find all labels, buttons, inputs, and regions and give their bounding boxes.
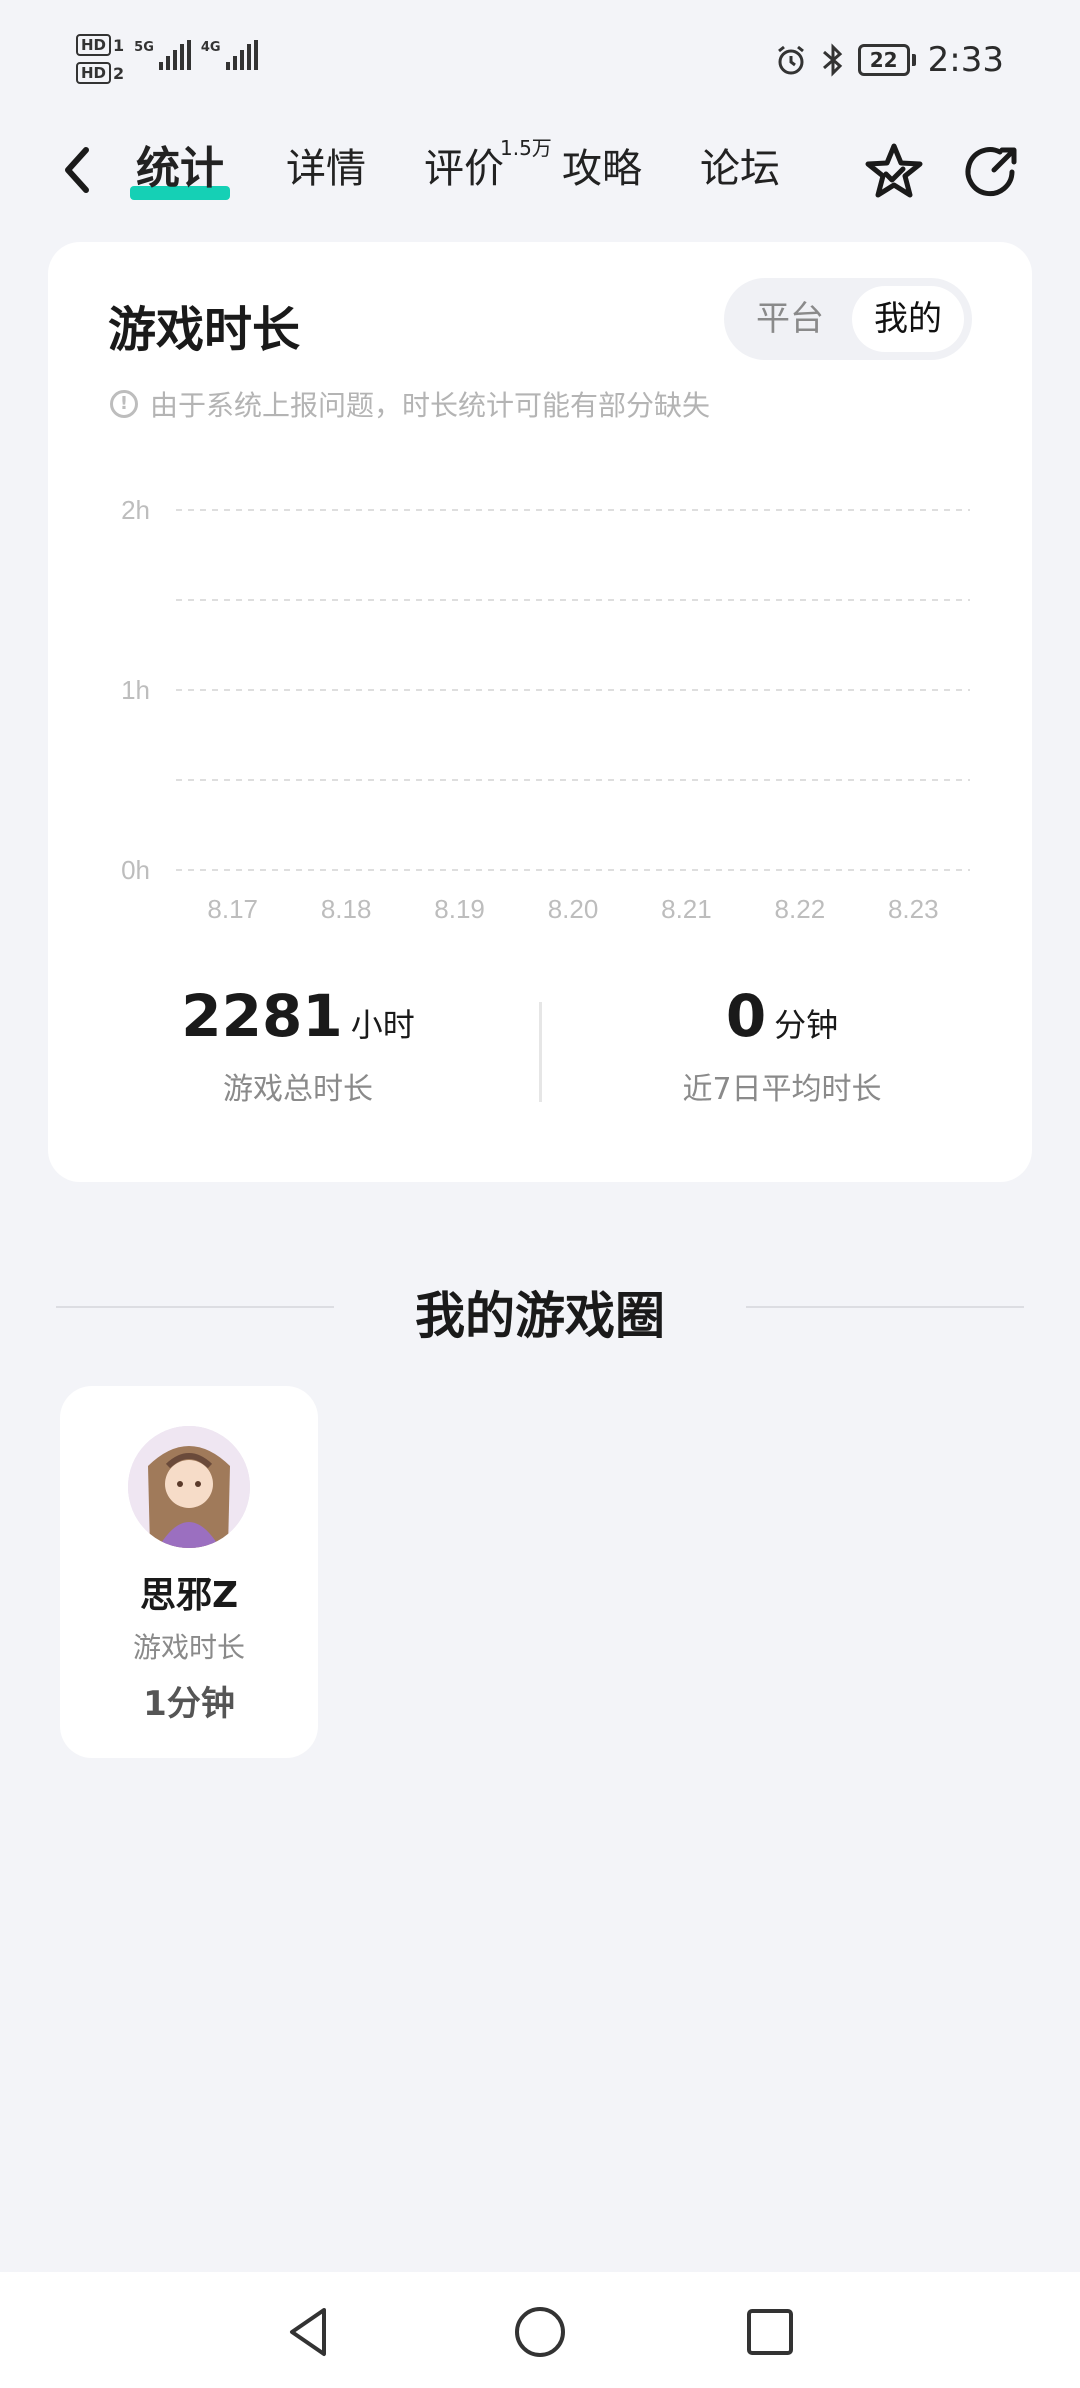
nav-back-icon[interactable] [280, 2302, 340, 2362]
tab-guides[interactable]: 攻略 [562, 144, 642, 194]
share-icon[interactable] [960, 140, 1024, 204]
nav-recents-icon[interactable] [740, 2302, 800, 2362]
hd-indicator-2: HD 2 [76, 62, 124, 84]
friend-name: 思邪Z [139, 1575, 239, 1616]
y-tick-label: 2h [121, 495, 150, 525]
friend-card[interactable]: 思邪Z 游戏时长 1分钟 [60, 1386, 318, 1758]
stat-total: 2281 小时 游戏总时长 [88, 982, 508, 1108]
tab-stats[interactable]: 统计 [130, 144, 230, 200]
x-tick-label: 8.20 [548, 894, 599, 924]
y-tick-label: 1h [121, 675, 150, 705]
bluetooth-icon [822, 43, 842, 77]
x-tick-label: 8.17 [207, 894, 258, 924]
stat-total-unit: 小时 [350, 1006, 415, 1044]
x-tick-label: 8.21 [661, 894, 712, 924]
signal-4g-icon: 4G [201, 40, 258, 70]
section-line-right [746, 1306, 1024, 1308]
playtime-card: 游戏时长 平台 我的 ! 由于系统上报问题，时长统计可能有部分缺失 0h 1h 2h… [48, 242, 1032, 1182]
nav-home-icon[interactable] [510, 2302, 570, 2362]
status-right: 22 2:33 [774, 40, 1004, 80]
tab-forum[interactable]: 论坛 [700, 144, 780, 194]
x-tick-label: 8.19 [434, 894, 485, 924]
clock: 2:33 [927, 40, 1004, 80]
back-icon[interactable] [58, 142, 98, 198]
alarm-icon [777, 45, 804, 75]
stat-average: 0 分钟 近7日平均时长 [572, 982, 992, 1108]
stat-average-label: 近7日平均时长 [682, 1072, 882, 1107]
hd-indicator-1: HD 1 [76, 34, 124, 56]
favorite-star-icon[interactable] [862, 140, 926, 204]
stat-average-unit: 分钟 [774, 1006, 839, 1044]
section-title: 我的游戏圈 [415, 1287, 665, 1345]
battery-icon: 22 [857, 44, 916, 76]
x-tick-label: 8.22 [775, 894, 826, 924]
tab-details[interactable]: 详情 [286, 144, 366, 194]
x-tick-label: 8.18 [321, 894, 372, 924]
status-bar: HD 1 HD 2 5G 4G 22 2:33 [0, 0, 1080, 120]
friend-playtime-value: 1分钟 [143, 1684, 235, 1724]
stat-total-label: 游戏总时长 [223, 1072, 373, 1107]
x-tick-label: 8.23 [888, 894, 939, 924]
avatar [128, 1426, 250, 1548]
signal-5g-icon: 5G [134, 40, 191, 70]
top-nav: 统计 详情 评价 1.5万 攻略 论坛 [0, 130, 1080, 210]
friend-playtime-label: 游戏时长 [132, 1631, 245, 1664]
stat-total-value: 2281 [181, 982, 343, 1050]
review-count-badge: 1.5万 [500, 136, 552, 160]
stat-average-value: 0 [725, 982, 767, 1050]
y-tick-label: 0h [121, 855, 150, 885]
tab-reviews[interactable]: 评价 [424, 144, 504, 194]
avatar-illustration [128, 1426, 250, 1548]
status-left: HD 1 HD 2 5G 4G [76, 34, 258, 84]
stat-divider [539, 1002, 542, 1102]
system-nav-bar [0, 2272, 1080, 2388]
